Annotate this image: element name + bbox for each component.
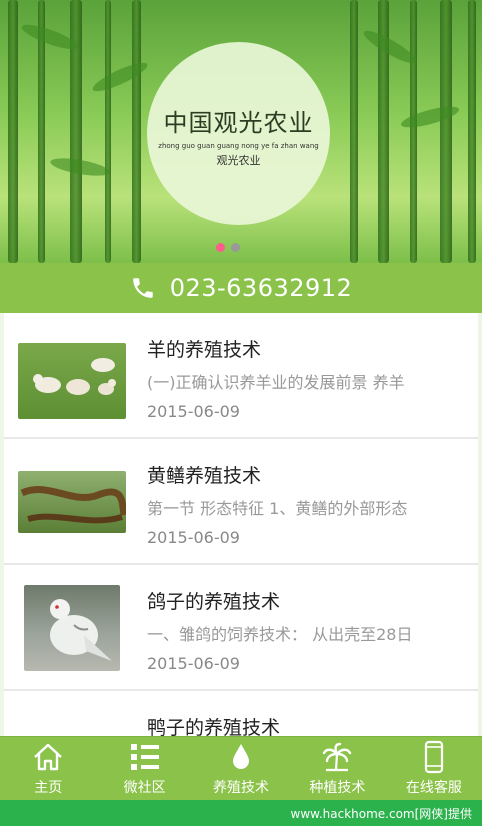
article-title: 鸭子的养殖技术 <box>147 717 281 736</box>
nav-label: 养殖技术 <box>213 780 270 796</box>
banner-subtitle: 观光农业 <box>216 154 261 167</box>
article-title: 羊的养殖技术 <box>147 339 262 361</box>
article-date: 2015-06-09 <box>147 654 240 673</box>
banner-logo-circle: 中国观光农业 zhong guo guan guang nong ye fa z… <box>147 42 330 225</box>
list-item[interactable]: 黄鳝养殖技术 第一节 形态特征 1、黄鳝的外部形态 2015-06-09 <box>4 439 478 565</box>
nav-item-community[interactable]: 微社区 <box>96 737 192 801</box>
nav-item-home[interactable]: 主页 <box>0 737 96 801</box>
article-title: 黄鳝养殖技术 <box>147 465 262 487</box>
home-icon <box>34 743 63 771</box>
bottom-navigation: 主页 微社区 养殖技术 种植技术 在线客服 <box>0 736 482 801</box>
slide-indicator <box>216 243 240 252</box>
eel-thumbnail <box>18 471 126 533</box>
nav-label: 种植技术 <box>309 780 366 796</box>
nav-label: 微社区 <box>123 780 166 796</box>
phone-number: 023-63632912 <box>169 274 353 302</box>
bamboo-decoration <box>468 0 476 263</box>
nav-label: 主页 <box>34 780 63 796</box>
phone-icon <box>132 278 153 298</box>
list-item[interactable]: 鸽子的养殖技术 一、雏鸽的饲养技术： 从出壳至28日 2015-06-09 <box>4 565 478 691</box>
banner-title: 中国观光农业 <box>163 109 314 137</box>
palm-tree-icon <box>323 742 352 772</box>
article-date: 2015-06-09 <box>147 528 240 547</box>
banner-pinyin: zhong guo guan guang nong ye fa zhan wan… <box>158 142 319 150</box>
bamboo-decoration <box>8 0 18 263</box>
list-icon <box>130 744 159 770</box>
pigeon-thumbnail <box>24 585 120 671</box>
article-title: 鸽子的养殖技术 <box>147 591 281 613</box>
article-list-container: 羊的养殖技术 (一)正确认识养羊业的发展前景 养羊 2015-06-09 黄鳝养… <box>0 313 482 736</box>
bamboo-decoration <box>440 0 452 263</box>
leaf-decoration <box>89 57 151 97</box>
article-summary: (一)正确认识养羊业的发展前景 养羊 <box>147 373 405 392</box>
bamboo-decoration <box>410 0 417 263</box>
article-date: 2015-06-09 <box>147 402 240 421</box>
watermark-bar: www.hackhome.com[网侠]提供 <box>0 800 482 826</box>
mobile-phone-icon <box>424 740 443 774</box>
banner-slider[interactable]: 中国观光农业 zhong guo guan guang nong ye fa z… <box>0 0 482 263</box>
article-summary: 一、雏鸽的饲养技术： 从出壳至28日 <box>147 625 413 644</box>
phone-call-bar[interactable]: 023-63632912 <box>0 263 482 313</box>
slide-dot-2[interactable] <box>231 243 240 252</box>
article-list[interactable]: 羊的养殖技术 (一)正确认识养羊业的发展前景 养羊 2015-06-09 黄鳝养… <box>4 313 478 736</box>
bamboo-decoration <box>350 0 358 263</box>
drop-icon <box>233 744 250 769</box>
sheep-thumbnail <box>18 343 126 419</box>
nav-label: 在线客服 <box>405 780 462 796</box>
nav-item-planting[interactable]: 种植技术 <box>289 737 385 801</box>
watermark-text: www.hackhome.com[网侠]提供 <box>290 806 473 821</box>
nav-item-breeding[interactable]: 养殖技术 <box>193 737 289 801</box>
list-item[interactable]: 鸭子的养殖技术 <box>4 691 478 736</box>
article-summary: 第一节 形态特征 1、黄鳝的外部形态 <box>147 499 408 518</box>
slide-dot-1[interactable] <box>216 243 225 252</box>
nav-item-support[interactable]: 在线客服 <box>386 737 482 801</box>
bamboo-decoration <box>132 0 141 263</box>
list-item[interactable]: 羊的养殖技术 (一)正确认识养羊业的发展前景 养羊 2015-06-09 <box>4 313 478 439</box>
bamboo-decoration <box>105 0 111 263</box>
